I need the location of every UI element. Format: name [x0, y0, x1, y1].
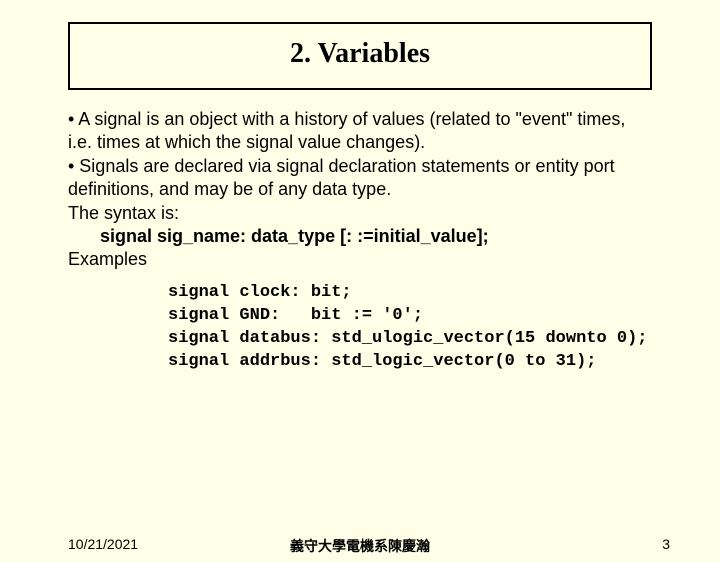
examples-label: Examples [68, 248, 652, 271]
title-box: 2. Variables [68, 22, 652, 90]
syntax-line: signal sig_name: data_type [: :=initial_… [100, 225, 652, 248]
footer-center: 義守大學電機系陳慶瀚 [0, 536, 720, 556]
syntax-intro: The syntax is: [68, 202, 652, 225]
bullet-2: • Signals are declared via signal declar… [68, 155, 652, 202]
footer-page-number: 3 [662, 536, 670, 552]
code-examples: signal clock: bit; signal GND: bit := '0… [168, 282, 652, 374]
bullet-1: • A signal is an object with a history o… [68, 108, 652, 155]
slide-title: 2. Variables [70, 38, 650, 70]
content-area: • A signal is an object with a history o… [68, 108, 652, 373]
